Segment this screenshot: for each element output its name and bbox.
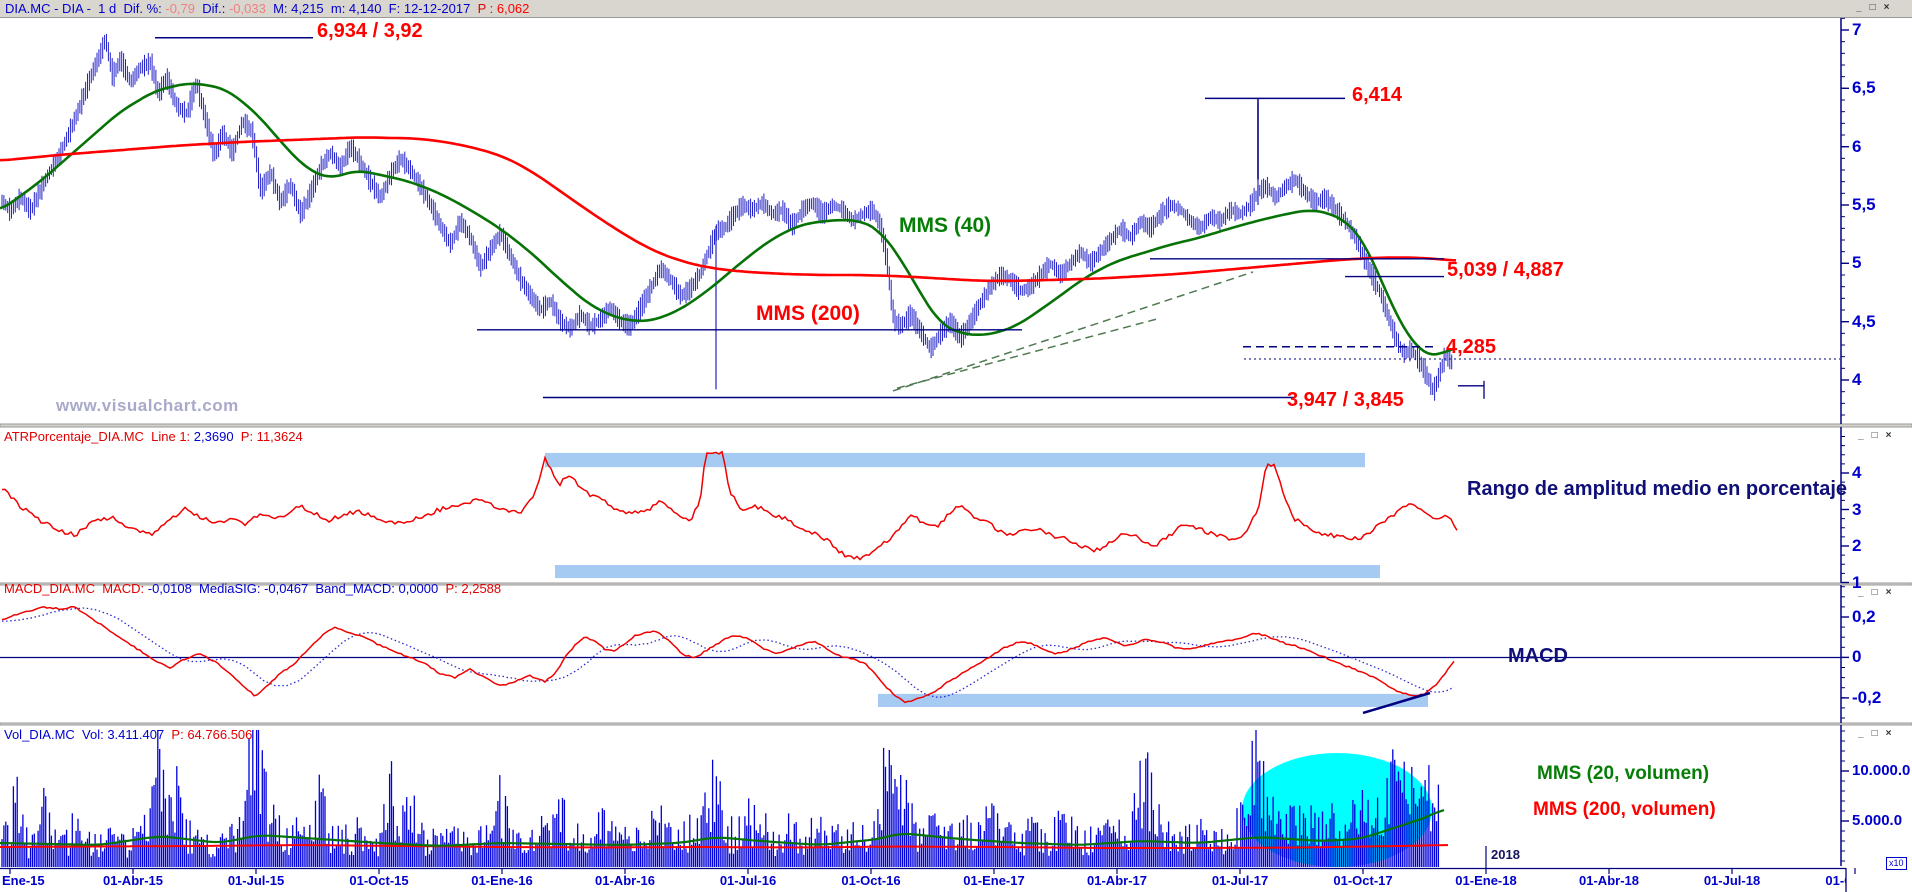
close-icon[interactable]: × (1886, 587, 1892, 598)
y-axis-label: 4 (1852, 370, 1862, 389)
header-segment: MACD_DIA.MC MACD: (4, 581, 148, 596)
header-segment: Dif. %: (123, 1, 166, 16)
header-segment: ATRPorcentaje_DIA.MC Line 1: (4, 429, 194, 444)
atr-panel-controls: _ □ × (1858, 430, 1891, 441)
header-segment: MediaSIG: -0,0467 Band_MACD: 0,0000 (191, 581, 439, 596)
macd-panel-controls: _ □ × (1858, 587, 1891, 598)
header-segment: P: 11,3624 (233, 429, 303, 444)
header-segment: -0,79 (165, 1, 196, 16)
header-segment: -0,0108 (147, 581, 192, 596)
header-segment: P: 2,2588 (438, 581, 502, 596)
y-axis-label: 10.000.0 (1852, 762, 1911, 779)
y-axis-label: 5.000.0 (1852, 812, 1903, 829)
x-axis-label: 01-Oct-16 (841, 873, 901, 888)
header-segment: -0,033 (228, 1, 266, 16)
y-axis-label: 4,5 (1852, 311, 1876, 331)
atr-note: Rango de amplitud medio en porcentaje (1467, 478, 1848, 500)
x-axis-label: 01-Abr-16 (595, 873, 655, 888)
header-segment: M: 4,215 m: 4,140 F: 12-12-2017 (265, 1, 478, 16)
visual-chart-window: DIA.MC - DIA - 1 d Dif. %: -0,79 Dif.: -… (0, 0, 1912, 892)
x-axis-label: Ene-15 (2, 873, 45, 888)
x-axis-label: 01-Jul-15 (227, 873, 285, 888)
close-icon[interactable]: × (1886, 430, 1892, 441)
volume-mms200-label: MMS (200, volumen) (1533, 799, 1716, 820)
volume-panel-header: Vol_DIA.MC Vol: 3.411.407 P: 64.766.506 (4, 727, 252, 742)
x-axis-label: 01-Abr-17 (1087, 873, 1147, 888)
header-segment: 2,3690 (193, 429, 234, 444)
atr-panel-header: ATRPorcentaje_DIA.MC Line 1: 2,3690 P: 1… (4, 429, 303, 444)
y-axis-label: 5,5 (1852, 195, 1876, 214)
volume-panel-controls: _ □ × (1858, 728, 1891, 739)
x-axis-label: 01-Jul-17 (1211, 873, 1269, 888)
time-axis[interactable]: Ene-15 01-Abr-15 01-Jul-15 01-Oct-15 01-Ene-… (0, 868, 1846, 892)
header-segment: P : (477, 1, 497, 16)
y-axis-label: -0,2 (1852, 687, 1882, 707)
header-segment: P: 64.766.506 (164, 727, 253, 742)
x-axis-label: 01-Jul-16 (719, 873, 777, 888)
mms40-label: MMS (40) (899, 214, 992, 237)
close-icon[interactable]: × (1886, 728, 1892, 739)
watermark: www.visualchart.com (56, 396, 239, 415)
mms200-label: MMS (200) (756, 302, 860, 325)
chart-canvas[interactable] (0, 0, 1912, 892)
header-segment: DIA.MC - DIA - 1 d (5, 1, 124, 16)
annotation-spike-high: 6,414 (1352, 84, 1403, 106)
y-axis-label: 6 (1852, 136, 1862, 156)
x-axis-label: 01-Abr-18 (1579, 873, 1639, 888)
minimize-icon[interactable]: _ (1858, 430, 1864, 441)
header-segment: Vol_DIA.MC Vol: 3.411.407 (4, 727, 165, 742)
x-axis-label: 01-Oct-15 (349, 873, 409, 888)
header-segment: Dif.: (195, 1, 229, 16)
x-axis-label: 01-Abr-15 (103, 873, 163, 888)
x-axis-label: 01-Jul-18 (1703, 873, 1761, 888)
y-axis-label: 5 (1852, 253, 1862, 273)
x-axis-label: 01-Oct-18 (1825, 873, 1846, 888)
x-axis-label: 01-Oct-17 (1333, 873, 1393, 888)
annotation-support: 4,285 (1446, 336, 1497, 358)
minimize-icon[interactable]: _ (1858, 728, 1864, 739)
y-axis-label: 2 (1852, 536, 1862, 555)
maximize-icon[interactable]: □ (1872, 430, 1878, 441)
y-axis-label: 4 (1852, 463, 1862, 482)
instrument-header: DIA.MC - DIA - 1 d Dif. %: -0,79 Dif.: -… (5, 1, 529, 16)
y-axis-label: 3 (1852, 499, 1862, 519)
x-axis-label: 01-Ene-17 (963, 873, 1025, 888)
header-segment: 6,062 (496, 1, 530, 16)
x-axis-label: 01-Ene-18 (1455, 873, 1517, 888)
window-controls: _ □ × (1856, 2, 1889, 13)
annotation-ma-levels: 5,039 / 4,887 (1447, 259, 1564, 281)
maximize-icon[interactable]: □ (1872, 728, 1878, 739)
year-label: 2018 (1491, 847, 1520, 862)
macd-panel-header: MACD_DIA.MC MACD: -0,0108 MediaSIG: -0,0… (4, 581, 501, 596)
macd-note: MACD (1508, 645, 1568, 667)
maximize-icon[interactable]: □ (1870, 2, 1876, 13)
minimize-icon[interactable]: _ (1856, 2, 1862, 13)
minimize-icon[interactable]: _ (1858, 587, 1864, 598)
annotation-low-range: 3,947 / 3,845 (1287, 389, 1404, 411)
y-axis-label: 6,5 (1852, 78, 1876, 98)
y-axis-label: 7 (1852, 20, 1862, 39)
close-icon[interactable]: × (1884, 2, 1890, 13)
annotation-high-low: 6,934 / 3,92 (317, 20, 423, 42)
x-axis-label: 01-Ene-16 (471, 873, 533, 888)
volume-mms20-label: MMS (20, volumen) (1537, 763, 1710, 784)
maximize-icon[interactable]: □ (1872, 587, 1878, 598)
volume-multiplier: x10 (1886, 857, 1907, 870)
y-axis-label: 0 (1852, 647, 1862, 667)
y-axis-label: 0,2 (1852, 607, 1876, 626)
